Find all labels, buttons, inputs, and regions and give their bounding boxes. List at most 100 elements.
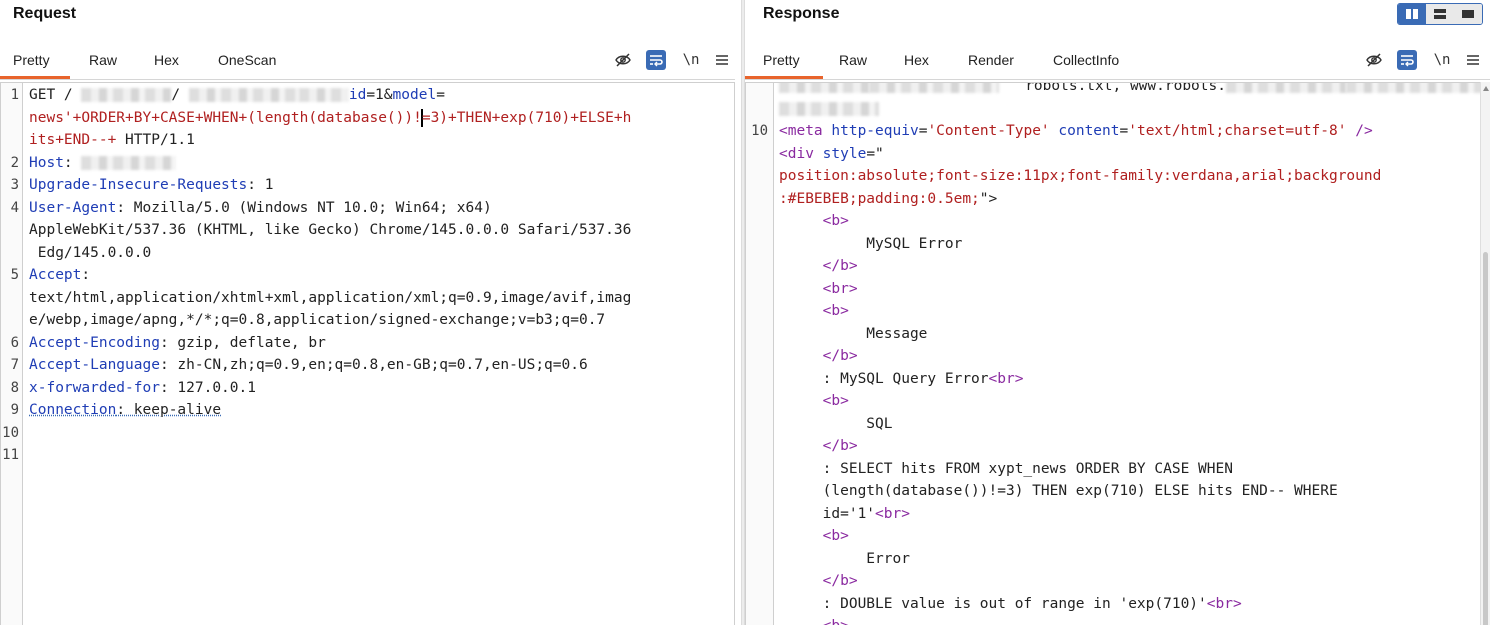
code-line: <b> xyxy=(779,390,1485,413)
code-token: text/html,application/xhtml+xml,applicat… xyxy=(29,289,632,306)
code-line: MySQL Error xyxy=(779,233,1485,256)
top-bottom-layout-icon[interactable] xyxy=(1426,4,1454,24)
code-line: : MySQL Query Error<br> xyxy=(779,368,1485,391)
code-token: : keep-alive xyxy=(116,402,222,418)
redacted-text xyxy=(779,83,869,93)
word-wrap-icon[interactable] xyxy=(1397,50,1417,70)
code-line: Accept: xyxy=(29,264,730,287)
code-line: </b> xyxy=(779,255,1485,278)
redacted-text xyxy=(1225,83,1346,93)
code-token: Accept xyxy=(29,267,82,283)
hide-nonprintable-icon[interactable] xyxy=(613,50,633,70)
code-token: Connection xyxy=(29,402,117,418)
redacted-text xyxy=(1345,83,1489,93)
code-token: http-equiv xyxy=(831,123,919,139)
code-token: GET / xyxy=(29,87,82,103)
tab-hex[interactable]: Hex xyxy=(904,46,929,80)
code-line: </b> xyxy=(779,570,1485,593)
code-token: / xyxy=(171,87,189,103)
code-token: : 1 xyxy=(247,177,274,193)
side-by-side-layout-icon[interactable] xyxy=(1398,4,1426,24)
tab-hex[interactable]: Hex xyxy=(154,46,179,80)
response-editor[interactable]: 10 robots.txt, www.robots. <meta http-equ… xyxy=(745,82,1490,625)
request-code[interactable]: GET / / id=1&model= news'+ORDER+BY+CASE+W… xyxy=(29,84,730,467)
code-line: : DOUBLE value is out of range in 'exp(7… xyxy=(779,593,1485,616)
line-number: 10 xyxy=(751,123,768,139)
active-tab-indicator xyxy=(0,76,70,79)
code-token: id='1' xyxy=(779,505,876,522)
scroll-up-arrow-icon[interactable] xyxy=(1483,86,1489,91)
hide-nonprintable-icon[interactable] xyxy=(1364,50,1384,70)
tab-render[interactable]: Render xyxy=(968,46,1014,80)
code-line: : SELECT hits FROM xypt_news ORDER BY CA… xyxy=(779,458,1485,481)
code-line: id='1'<br> xyxy=(779,503,1485,526)
code-token: : xyxy=(81,267,91,283)
scrollbar-thumb[interactable] xyxy=(1483,252,1488,625)
tab-raw[interactable]: Raw xyxy=(839,46,867,80)
tabs-divider xyxy=(745,79,1490,80)
redacted-text xyxy=(298,88,349,102)
code-line: SQL xyxy=(779,413,1485,436)
line-number: 4 xyxy=(10,199,19,216)
code-line: </b> xyxy=(779,345,1485,368)
tab-pretty[interactable]: Pretty xyxy=(763,46,800,80)
tabbed-layout-icon[interactable] xyxy=(1454,4,1482,24)
tab-onescan[interactable]: OneScan xyxy=(218,46,276,80)
tabs-divider xyxy=(0,79,735,80)
code-line: </b> xyxy=(779,435,1485,458)
code-line: Connection: keep-alive xyxy=(29,399,730,422)
code-token: <br> xyxy=(1206,595,1242,612)
tab-pretty[interactable]: Pretty xyxy=(13,46,50,80)
code-line: Accept-Encoding: gzip, deflate, br xyxy=(29,332,730,355)
code-line: Upgrade-Insecure-Requests: 1 xyxy=(29,174,730,197)
code-token: (length(database())!=3) THEN exp(710) EL… xyxy=(779,483,1338,499)
word-wrap-icon[interactable] xyxy=(646,50,666,70)
code-token: /> xyxy=(1346,123,1373,139)
code-token: = xyxy=(1119,123,1129,139)
code-token: User-Agent xyxy=(29,199,117,216)
line-number-gutter: 10 xyxy=(746,83,774,625)
code-line xyxy=(779,98,1485,121)
code-token: <br> xyxy=(875,505,910,522)
code-token: position:absolute;font-size:11px;font-fa… xyxy=(779,168,1382,184)
line-number: 8 xyxy=(10,379,19,396)
code-line: User-Agent: Mozilla/5.0 (Windows NT 10.0… xyxy=(29,197,730,220)
code-line: news'+ORDER+BY+CASE+WHEN+(length(databas… xyxy=(29,107,730,130)
code-token: </b> xyxy=(779,438,858,454)
code-token: : 127.0.0.1 xyxy=(159,379,256,396)
code-token: <br> xyxy=(779,280,858,297)
code-token: <br> xyxy=(988,370,1024,387)
code-token: =" xyxy=(866,145,884,162)
code-token: </b> xyxy=(779,348,858,364)
code-token: robots.txt, www.robots. xyxy=(999,82,1226,94)
code-line: Accept-Language: zh-CN,zh;q=0.9,en;q=0.8… xyxy=(29,354,730,377)
line-number: 10 xyxy=(2,424,19,441)
code-token: =1& xyxy=(366,87,393,103)
request-editor[interactable]: 1 2 3 4 5 6 7 8 9 10 11 GET / / id=1&model= news'+O… xyxy=(0,82,735,625)
code-token: <b> xyxy=(779,618,849,625)
code-line: <b> xyxy=(779,300,1485,323)
menu-icon[interactable] xyxy=(712,50,732,70)
response-code[interactable]: robots.txt, www.robots. <meta http-equiv =… xyxy=(779,82,1489,625)
tab-collectinfo[interactable]: CollectInfo xyxy=(1053,46,1119,80)
code-token: e/webp,image/apng,*/*;q=0.8,application/… xyxy=(29,312,606,328)
menu-icon[interactable] xyxy=(1463,50,1483,70)
newline-toggle[interactable]: \n xyxy=(1432,50,1452,70)
code-line: Message xyxy=(779,323,1485,346)
code-line: Host: xyxy=(29,152,730,175)
redacted-text xyxy=(188,88,299,102)
code-line: e/webp,image/apng,*/*;q=0.8,application/… xyxy=(29,309,730,332)
response-title: Response xyxy=(763,5,840,22)
tab-raw[interactable]: Raw xyxy=(89,46,117,80)
line-number: 2 xyxy=(10,154,19,171)
code-token: model xyxy=(392,87,437,103)
vertical-scrollbar[interactable] xyxy=(1480,82,1490,625)
code-token: <div xyxy=(779,145,823,162)
code-token: : zh-CN,zh;q=0.9,en;q=0.8,en-GB;q=0.7,en… xyxy=(159,357,588,373)
code-line: Edg/145.0.0.0 xyxy=(29,242,730,265)
newline-toggle[interactable]: \n xyxy=(681,50,701,70)
code-token: </b> xyxy=(779,573,858,589)
code-token: Accept-Encoding xyxy=(29,334,160,351)
code-line: <div style=" xyxy=(779,143,1485,166)
